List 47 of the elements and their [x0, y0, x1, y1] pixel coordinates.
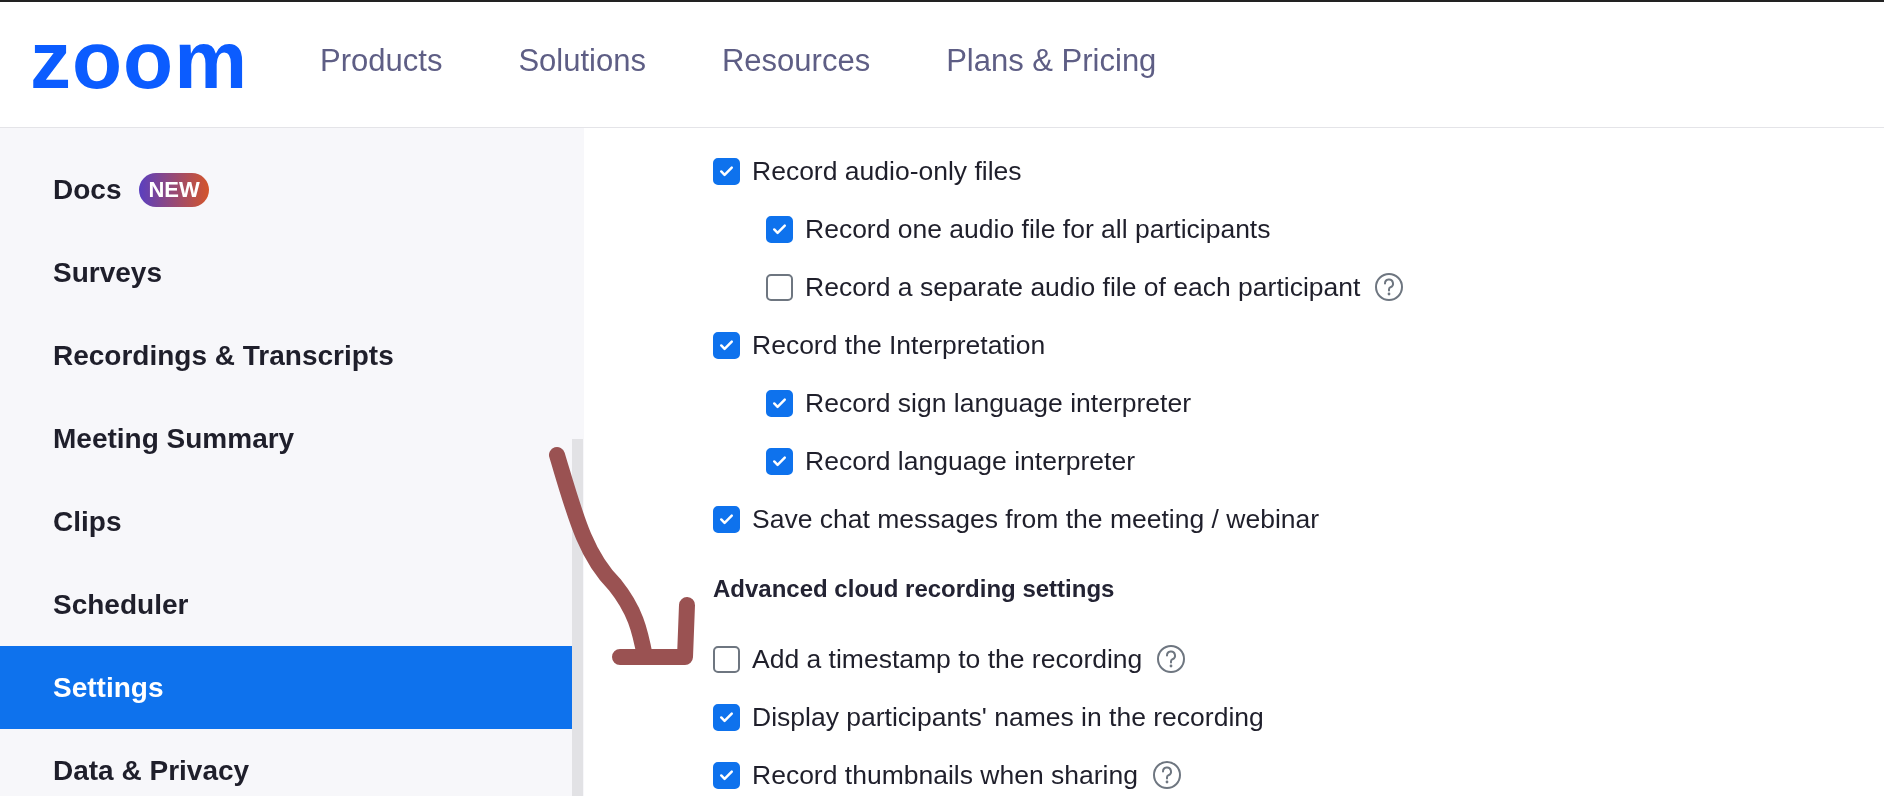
option-label: Record language interpreter [805, 445, 1135, 477]
checkbox[interactable] [766, 273, 793, 301]
help-icon[interactable] [1156, 644, 1187, 674]
checkbox[interactable] [713, 703, 740, 731]
checkbox[interactable] [713, 157, 740, 185]
sidebar-label: Docs [53, 173, 122, 206]
option-label: Record sign language interpreter [805, 387, 1191, 419]
sidebar-item[interactable]: Settings [0, 646, 572, 729]
checkbox[interactable] [766, 215, 793, 243]
option-label: Record the Interpretation [752, 329, 1046, 361]
nav-link[interactable]: Solutions [518, 42, 646, 79]
checkbox[interactable] [713, 645, 740, 673]
sidebar-label: Meeting Summary [53, 422, 295, 455]
option-label: Record one audio file for all participants [805, 213, 1271, 245]
option-label: Save chat messages from the meeting / webinar [752, 503, 1320, 535]
sidebar-label: Scheduler [53, 588, 189, 621]
checkbox[interactable] [713, 331, 740, 359]
option-label: Record a separate audio file of each participant [805, 271, 1361, 303]
scrollbar-track[interactable] [572, 439, 583, 796]
sidebar-item[interactable]: Scheduler [0, 563, 572, 646]
option-label: Record audio-only files [752, 155, 1022, 187]
help-icon[interactable] [1374, 272, 1405, 302]
new-badge: NEW [139, 172, 209, 207]
checkbox[interactable] [713, 505, 740, 533]
checkbox[interactable] [766, 389, 793, 417]
logo[interactable]: zoom [30, 18, 249, 101]
checkbox[interactable] [713, 761, 740, 789]
nav-link[interactable]: Plans & Pricing [946, 42, 1157, 79]
sidebar-label: Settings [53, 671, 164, 704]
nav-link[interactable]: Products [320, 42, 443, 79]
option-label: Add a timestamp to the recording [752, 643, 1143, 675]
option-label: Display participants' names in the recording [752, 701, 1264, 733]
sidebar-label: Clips [53, 505, 122, 538]
sidebar-item[interactable]: Clips [0, 480, 572, 563]
sidebar-label: Recordings & Transcripts [53, 339, 394, 372]
option-label: Record thumbnails when sharing [752, 759, 1138, 791]
checkbox[interactable] [766, 447, 793, 475]
sidebar-label: Surveys [53, 256, 162, 289]
help-icon[interactable] [1151, 760, 1182, 790]
sidebar-item[interactable]: Meeting Summary [0, 397, 572, 480]
section-heading: Advanced cloud recording settings [713, 574, 1116, 604]
nav-link[interactable]: Resources [721, 42, 871, 79]
sidebar-item[interactable]: Data & Privacy [0, 729, 572, 796]
sidebar-item[interactable]: Docs NEW [0, 148, 572, 231]
sidebar-item[interactable]: Surveys [0, 231, 572, 314]
sidebar-label: Data & Privacy [53, 754, 250, 787]
sidebar-item[interactable]: Recordings & Transcripts [0, 314, 572, 397]
